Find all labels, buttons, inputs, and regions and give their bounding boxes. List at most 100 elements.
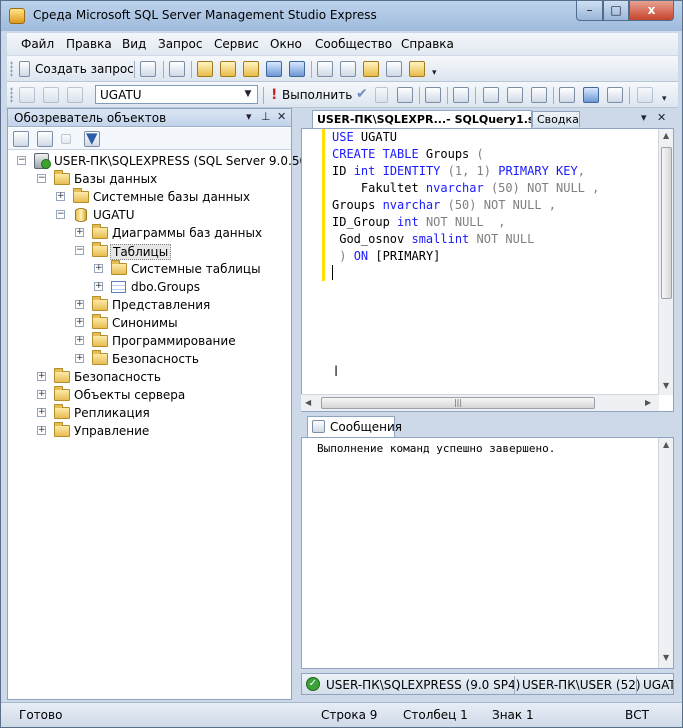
tab-close-icon[interactable]: ✕ xyxy=(657,111,666,124)
results-to-text-icon[interactable] xyxy=(531,87,547,103)
database-engine-query-icon[interactable] xyxy=(140,61,156,77)
filter-icon[interactable]: ▼ xyxy=(86,129,98,147)
scroll-up-icon[interactable]: ▲ xyxy=(663,440,669,449)
maximize-button[interactable]: □ xyxy=(603,1,629,21)
expand-icon[interactable]: + xyxy=(75,336,84,345)
expand-icon[interactable]: + xyxy=(37,426,46,435)
expand-icon[interactable]: + xyxy=(75,228,84,237)
editor-vertical-scrollbar[interactable]: ▲ ▼ xyxy=(658,129,673,395)
messages-pane[interactable]: Выполнение команд успешно завершено. ▲ ▼ xyxy=(301,437,674,669)
connect-icon[interactable] xyxy=(13,131,29,147)
title-bar[interactable]: Среда Microsoft SQL Server Management St… xyxy=(1,1,682,31)
panel-close-icon[interactable]: ✕ xyxy=(277,110,286,123)
new-query-button[interactable]: Создать запрос xyxy=(35,62,134,76)
menu-tools[interactable]: Сервис xyxy=(214,37,259,51)
expand-icon[interactable]: + xyxy=(94,264,103,273)
new-file-icon[interactable] xyxy=(169,61,185,77)
tree-node-diagrams[interactable]: + Диаграммы баз данных xyxy=(8,224,291,243)
expand-icon[interactable]: + xyxy=(37,408,46,417)
tree-node-db-security[interactable]: + Безопасность xyxy=(8,350,291,369)
comment-lines-icon[interactable] xyxy=(607,87,623,103)
connect-icon[interactable] xyxy=(19,87,35,103)
toolbar-overflow-icon[interactable]: ▾ xyxy=(432,68,437,78)
tab-sqlquery1[interactable]: USER-ПК\SQLEXPR...- SQLQuery1.sql* xyxy=(312,110,532,128)
scroll-thumb[interactable]: ||| xyxy=(321,397,595,409)
open-project-icon[interactable] xyxy=(220,61,236,77)
toolbar-grip[interactable] xyxy=(10,87,13,103)
open-file-icon[interactable] xyxy=(197,61,213,77)
uncomment-lines-icon[interactable] xyxy=(637,87,653,103)
tree-node-replication[interactable]: + Репликация xyxy=(8,404,291,423)
expand-icon[interactable]: + xyxy=(75,318,84,327)
expand-icon[interactable]: + xyxy=(37,372,46,381)
expand-icon[interactable]: + xyxy=(75,300,84,309)
registered-servers-icon[interactable] xyxy=(317,61,333,77)
collapse-icon[interactable]: − xyxy=(37,174,46,183)
scroll-down-icon[interactable]: ▼ xyxy=(663,653,669,662)
sql-editor[interactable]: USE UGATU CREATE TABLE Groups ( ID int I… xyxy=(301,128,674,412)
tree-node-management[interactable]: + Управление xyxy=(8,422,291,441)
menu-file[interactable]: Файл xyxy=(21,37,54,51)
tree-node-system-databases[interactable]: + Системные базы данных xyxy=(8,188,291,207)
tree-node-databases[interactable]: − Базы данных xyxy=(8,170,291,189)
tree-node-programmability[interactable]: + Программирование xyxy=(8,332,291,351)
messages-vertical-scrollbar[interactable]: ▲ ▼ xyxy=(658,438,673,668)
tab-summary[interactable]: Сводка xyxy=(532,111,580,127)
database-select[interactable]: UGATU ▼ xyxy=(95,85,258,104)
stop-icon[interactable] xyxy=(61,134,71,144)
collapse-icon[interactable]: − xyxy=(17,156,26,165)
cancel-execution-icon[interactable] xyxy=(375,87,388,103)
tree-node-dbo-groups[interactable]: + dbo.Groups xyxy=(8,279,291,297)
display-estimated-plan-icon[interactable] xyxy=(397,87,413,103)
parse-check-icon[interactable]: ✔ xyxy=(356,86,368,102)
expand-icon[interactable]: + xyxy=(75,354,84,363)
tree-node-server[interactable]: − USER-ПК\SQLEXPRESS (SQL Server 9.0.500… xyxy=(8,153,331,171)
menu-edit[interactable]: Правка xyxy=(66,37,112,51)
editor-horizontal-scrollbar[interactable]: ◀ ||| ▶ xyxy=(301,394,659,411)
save-icon[interactable] xyxy=(266,61,282,77)
menu-community[interactable]: Сообщество xyxy=(315,37,392,51)
solution-explorer-icon[interactable] xyxy=(386,61,402,77)
properties-icon[interactable] xyxy=(409,61,425,77)
pin-icon[interactable]: ⊥ xyxy=(261,110,271,123)
toolbar-overflow-icon[interactable]: ▾ xyxy=(662,94,667,104)
expand-icon[interactable]: + xyxy=(94,282,103,291)
scroll-right-icon[interactable]: ▶ xyxy=(645,398,651,407)
tree-node-security[interactable]: + Безопасность xyxy=(8,368,291,387)
menu-query[interactable]: Запрос xyxy=(158,37,202,51)
chevron-down-icon[interactable]: ▼ xyxy=(241,87,255,102)
results-to-file-icon[interactable] xyxy=(583,87,599,103)
disconnect-icon[interactable] xyxy=(43,87,59,103)
menu-window[interactable]: Окно xyxy=(270,37,302,51)
scroll-up-icon[interactable]: ▲ xyxy=(663,131,669,140)
intellisense-icon[interactable] xyxy=(453,87,469,103)
menu-help[interactable]: Справка xyxy=(401,37,454,51)
expand-icon[interactable]: + xyxy=(37,390,46,399)
tree-node-system-tables[interactable]: + Системные таблицы xyxy=(8,260,291,279)
minimize-button[interactable]: – xyxy=(576,1,603,21)
disconnect-icon[interactable] xyxy=(37,131,53,147)
expand-icon[interactable]: + xyxy=(56,192,65,201)
scroll-down-icon[interactable]: ▼ xyxy=(663,381,669,390)
close-button[interactable]: x xyxy=(629,1,674,21)
results-to-grid-icon[interactable] xyxy=(559,87,575,103)
tree-node-ugatu[interactable]: − UGATU xyxy=(8,207,291,225)
tree-node-synonyms[interactable]: + Синонимы xyxy=(8,314,291,333)
tree-node-server-objects[interactable]: + Объекты сервера xyxy=(8,386,291,405)
tab-list-icon[interactable]: ▾ xyxy=(641,111,647,124)
scroll-thumb[interactable] xyxy=(661,147,672,299)
template-explorer-icon[interactable] xyxy=(363,61,379,77)
tree-node-tables[interactable]: − Таблицы xyxy=(8,242,291,261)
collapse-icon[interactable]: − xyxy=(56,210,65,219)
panel-dropdown-icon[interactable]: ▾ xyxy=(246,110,252,123)
toolbar-grip[interactable] xyxy=(10,61,13,77)
menu-view[interactable]: Вид xyxy=(122,37,146,51)
change-connection-icon[interactable] xyxy=(67,87,83,103)
tab-messages[interactable]: Сообщения xyxy=(307,416,402,437)
save-all-icon[interactable] xyxy=(289,61,305,77)
collapse-icon[interactable]: − xyxy=(75,246,84,255)
tree-node-views[interactable]: + Представления xyxy=(8,296,291,315)
add-item-icon[interactable] xyxy=(243,61,259,77)
include-plan-icon[interactable] xyxy=(483,87,499,103)
sql-code[interactable]: USE UGATU CREATE TABLE Groups ( ID int I… xyxy=(332,129,599,265)
